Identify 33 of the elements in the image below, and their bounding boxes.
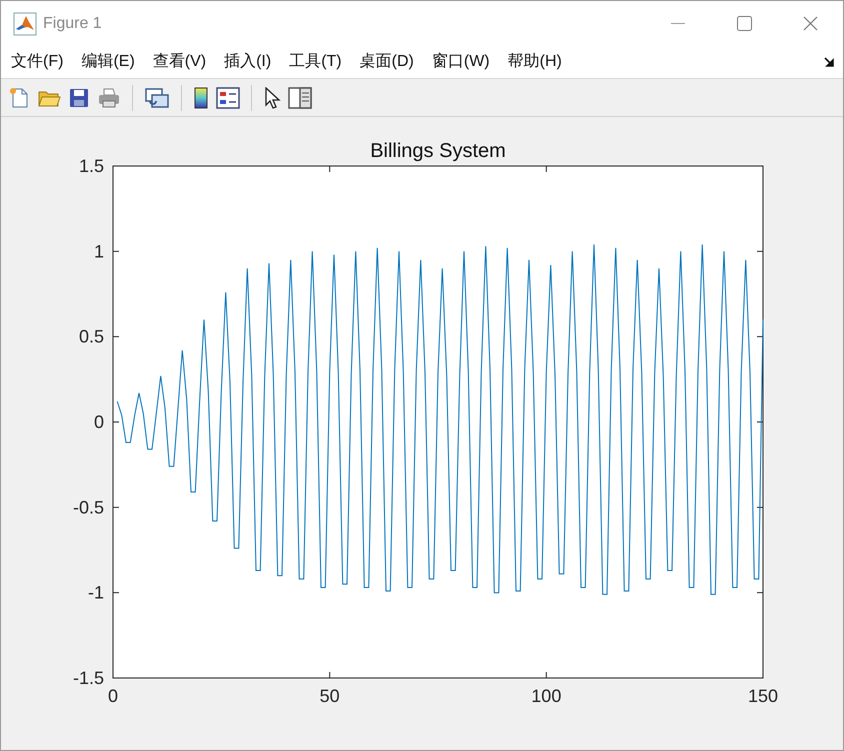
menu-item[interactable]: 工具(T)	[289, 50, 342, 74]
pointer-icon[interactable]	[263, 86, 281, 108]
new-file-icon[interactable]	[8, 86, 30, 108]
menu-item[interactable]: 查看(V)	[152, 50, 206, 74]
menu-item[interactable]: 窗口(W)	[432, 50, 490, 74]
menu-item[interactable]: 插入(I)	[224, 50, 272, 74]
legend-icon[interactable]	[216, 86, 240, 108]
window-title: Figure 1	[43, 14, 102, 34]
y-tick-label: 0	[94, 412, 104, 432]
menu-item[interactable]: 编辑(E)	[81, 50, 135, 74]
y-tick-label: -0.5	[72, 497, 104, 518]
minimize-icon	[671, 22, 685, 24]
y-tick-label: 1	[94, 241, 104, 262]
x-tick-label: 150	[748, 686, 778, 706]
dock-arrow-icon[interactable]	[824, 56, 835, 68]
x-tick-label: 100	[531, 686, 562, 706]
y-tick-label: 1.5	[78, 156, 104, 176]
maximize-icon	[736, 16, 752, 31]
linked-windows-icon[interactable]	[144, 86, 170, 108]
x-tick-label: 0	[108, 686, 118, 706]
menu-item[interactable]: 帮助(H)	[508, 50, 562, 74]
y-tick-label: -1	[88, 582, 104, 603]
close-icon	[802, 16, 818, 31]
menu-item[interactable]: 文件(F)	[11, 50, 64, 74]
app-logo-icon	[13, 12, 37, 36]
chart-title: Billings System	[370, 140, 506, 162]
panel-icon[interactable]	[288, 86, 312, 108]
y-tick-label: -1.5	[72, 668, 104, 688]
x-tick-label: 50	[320, 686, 340, 706]
menu-item[interactable]: 桌面(D)	[360, 50, 414, 74]
printer-icon[interactable]	[97, 86, 121, 108]
colorbar-icon[interactable]	[193, 86, 209, 108]
y-tick-label: 0.5	[78, 326, 104, 347]
